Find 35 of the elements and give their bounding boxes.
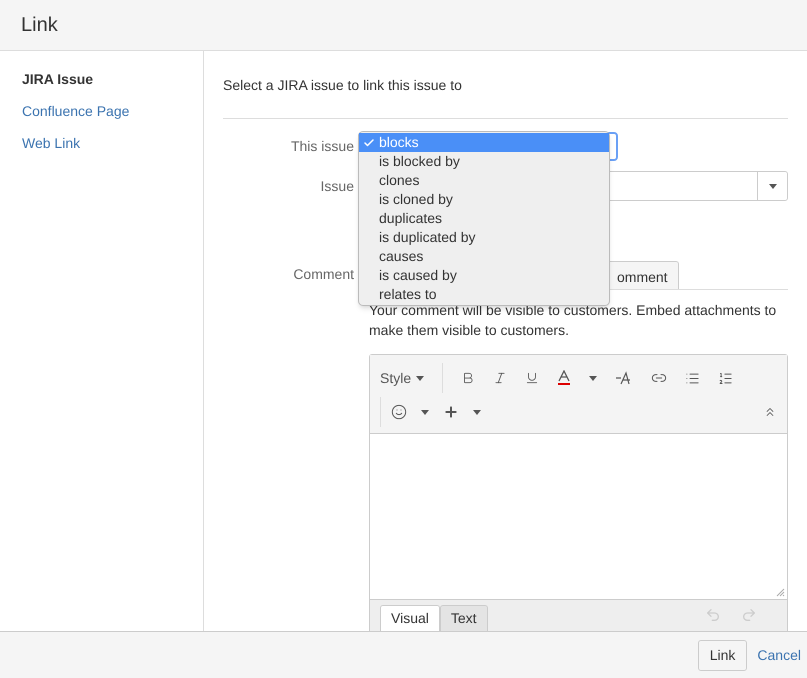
sidebar-item[interactable]: Confluence Page bbox=[22, 101, 181, 122]
sidebar-item[interactable]: Web Link bbox=[22, 133, 181, 154]
resize-grip-icon[interactable] bbox=[776, 588, 785, 597]
numbered-list-icon[interactable] bbox=[718, 370, 734, 386]
dialog-title: Link bbox=[21, 13, 58, 38]
plus-icon[interactable] bbox=[443, 404, 459, 420]
style-button[interactable]: Style bbox=[380, 368, 424, 388]
dropdown-option[interactable]: causes bbox=[359, 247, 609, 266]
caret-icon bbox=[421, 410, 429, 414]
dropdown-option[interactable]: is caused by bbox=[359, 266, 609, 285]
underline-icon[interactable] bbox=[525, 371, 540, 385]
emoji-icon[interactable] bbox=[391, 404, 407, 420]
editor-tab[interactable]: Visual bbox=[380, 605, 440, 631]
caret-icon bbox=[473, 410, 481, 414]
link-button[interactable]: Link bbox=[698, 640, 748, 670]
field-label: Issue bbox=[320, 176, 354, 196]
dropdown-option[interactable]: relates to bbox=[359, 285, 609, 304]
editor-tab[interactable]: Text bbox=[440, 605, 488, 631]
italic-icon[interactable] bbox=[493, 371, 508, 385]
dropdown-option[interactable]: duplicates bbox=[359, 209, 609, 228]
check-icon bbox=[363, 136, 375, 148]
bold-icon[interactable] bbox=[461, 371, 476, 385]
cancel-link[interactable]: Cancel bbox=[757, 644, 801, 666]
caret-icon bbox=[589, 376, 598, 380]
dropdown-option[interactable]: clones bbox=[359, 171, 609, 190]
caret-icon bbox=[416, 376, 424, 380]
text-color-icon[interactable] bbox=[557, 370, 572, 386]
dropdown-option[interactable]: is blocked by bbox=[359, 152, 609, 171]
caret-icon bbox=[768, 184, 776, 188]
intro-text: Select a JIRA issue to link this issue to bbox=[223, 75, 788, 119]
field-label: This issue bbox=[290, 137, 354, 156]
dropdown-option[interactable]: is duplicated by bbox=[359, 228, 609, 247]
field-label: Comment bbox=[292, 265, 354, 284]
dropdown-option[interactable]: is cloned by bbox=[359, 190, 609, 209]
sidebar-item[interactable]: JIRA Issue bbox=[22, 69, 181, 90]
